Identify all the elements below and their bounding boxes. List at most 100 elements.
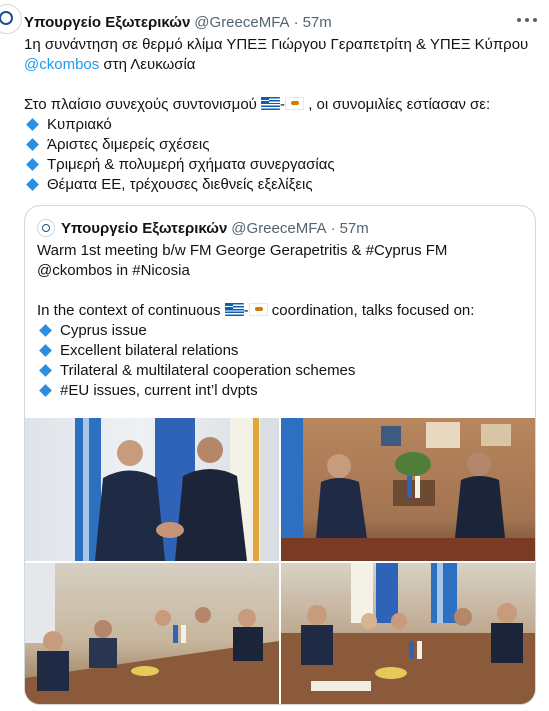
tweet-line: Στο πλαίσιο συνεχούς συντονισμού - , οι …: [24, 95, 534, 115]
person-head: [391, 613, 407, 629]
photo-delegation-table-left[interactable]: [25, 563, 279, 704]
person-suit: [175, 469, 247, 561]
person-suit: [301, 625, 333, 665]
flag-dash: -: [243, 302, 249, 319]
wall-painting: [381, 426, 401, 446]
flag-stripe: [253, 418, 259, 561]
bullet-item: Θέματα ΕΕ, τρέχουσες διεθνείς εξελίξεις: [24, 175, 534, 195]
tweet-avatar[interactable]: [0, 4, 22, 34]
person-suit: [455, 476, 505, 538]
cyprus-flag-icon: [285, 97, 305, 110]
plant: [395, 452, 431, 476]
person-head: [307, 605, 327, 625]
tweet-header: Υπουργείο Εξωτερικών @GreeceMFA · 57m: [24, 12, 537, 32]
person-head: [361, 613, 377, 629]
small-blue-diamond-icon: [39, 364, 52, 377]
person-head: [195, 607, 211, 623]
quoted-line: Warm 1st meeting b/w FM George Gerapetri…: [37, 242, 448, 259]
quoted-line-prefix: In the context of continuous: [37, 302, 225, 319]
flower-arrangement: [131, 666, 159, 676]
tweet-text: 1η συνάντηση σε θερμό κλίμα ΥΠΕΞ Γιώργου…: [24, 35, 534, 195]
small-flag: [407, 476, 412, 498]
wall-painting: [481, 424, 511, 446]
person-suit: [89, 638, 117, 668]
quoted-time: 57m: [339, 219, 369, 237]
flag-stripe: [437, 563, 443, 623]
greek-flag-drape: [431, 563, 457, 623]
bullet-item: Trilateral & multilateral cooperation sc…: [37, 361, 527, 381]
small-flag: [173, 625, 178, 643]
person-head: [238, 609, 256, 627]
person-suit: [37, 651, 69, 691]
person-head: [454, 608, 472, 626]
bullet-item: #EU issues, current int’l dvpts: [37, 381, 527, 401]
person-head: [197, 437, 223, 463]
small-flag: [409, 641, 414, 659]
bullet-text: Τριμερή & πολυμερή σχήματα συνεργασίας: [47, 156, 335, 173]
separator: ·: [330, 219, 336, 237]
flower-arrangement: [375, 667, 407, 679]
person-head: [327, 454, 351, 478]
more-dot: [533, 18, 537, 22]
small-flag: [181, 625, 186, 643]
author-name[interactable]: Υπουργείο Εξωτερικών: [24, 14, 190, 31]
small-blue-diamond-icon: [39, 384, 52, 397]
map-wall: [25, 563, 55, 643]
bullet-text: Θέματα ΕΕ, τρέχουσες διεθνείς εξελίξεις: [47, 176, 313, 193]
delegation-table-illustration: [281, 563, 535, 704]
person-suit: [316, 478, 367, 538]
handshake-illustration: [75, 418, 260, 561]
bullet-text: Excellent bilateral relations: [60, 342, 239, 359]
person-head: [117, 440, 143, 466]
tweet-line: @ckombos στη Λευκωσία: [24, 55, 534, 75]
mention-link[interactable]: @ckombos: [24, 56, 99, 73]
bullet-item: Cyprus issue: [37, 321, 527, 341]
small-blue-diamond-icon: [26, 158, 39, 171]
tweet-time[interactable]: 57m: [303, 14, 332, 31]
bullet-item: Άριστες διμερείς σχέσεις: [24, 135, 534, 155]
quoted-tweet[interactable]: Υπουργείο Εξωτερικών @GreeceMFA · 57m Wa…: [24, 205, 536, 705]
small-flag: [417, 641, 422, 659]
person-suit: [491, 623, 523, 663]
more-horizontal-icon[interactable]: [517, 12, 537, 28]
small-blue-diamond-icon: [39, 344, 52, 357]
bullet-text: Trilateral & multilateral cooperation sc…: [60, 362, 356, 379]
small-blue-diamond-icon: [39, 324, 52, 337]
person-head: [497, 603, 517, 623]
bullet-text: Κυπριακό: [47, 116, 112, 133]
cyprus-flag-icon: [248, 303, 268, 316]
hands: [156, 522, 184, 538]
document: [311, 681, 371, 691]
quoted-author-name: Υπουργείο Εξωτερικών: [61, 219, 228, 237]
person-head: [43, 631, 63, 651]
tweet-line-suffix: , οι συνομιλίες εστίασαν σε:: [304, 96, 491, 113]
person-suit: [233, 627, 263, 661]
photo-grid: [25, 418, 535, 704]
flag-stripe: [83, 418, 89, 561]
quoted-line: In the context of continuous - coordinat…: [37, 301, 527, 321]
bullet-item: Κυπριακό: [24, 115, 534, 135]
photo-handshake[interactable]: [25, 418, 279, 561]
greece-flag-icon: [261, 97, 281, 110]
cabinet: [393, 480, 435, 506]
greece-flag-icon: [224, 303, 244, 316]
quoted-header: Υπουργείο Εξωτερικών @GreeceMFA · 57m: [37, 218, 369, 238]
bullet-item: Τριμερή & πολυμερή σχήματα συνεργασίας: [24, 155, 534, 175]
quoted-avatar: [37, 219, 55, 237]
more-dot: [525, 18, 529, 22]
tweet-line-rest: στη Λευκωσία: [99, 56, 196, 73]
author-handle[interactable]: @GreeceMFA: [194, 14, 289, 31]
photo-delegation-table-wide[interactable]: [281, 563, 535, 704]
photo-seated-meeting[interactable]: [281, 418, 535, 561]
bullet-item: Excellent bilateral relations: [37, 341, 527, 361]
carpet: [281, 538, 535, 561]
small-blue-diamond-icon: [26, 138, 39, 151]
small-blue-diamond-icon: [26, 118, 39, 131]
bullet-text: #EU issues, current int’l dvpts: [60, 382, 258, 399]
small-flag: [415, 476, 420, 498]
seated-meeting-illustration: [281, 418, 535, 561]
bullet-text: Cyprus issue: [60, 322, 147, 339]
delegation-table-illustration: [25, 563, 279, 704]
